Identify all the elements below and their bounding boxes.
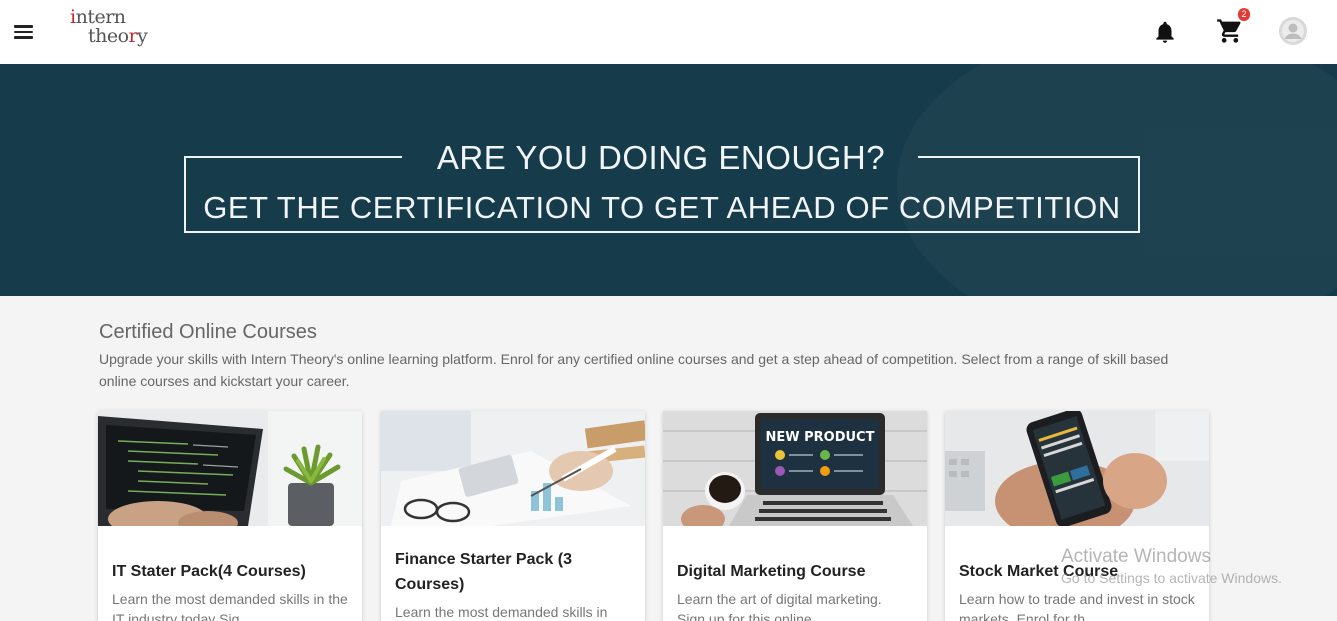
course-description: Learn the art of digital marketing. Sign… — [677, 591, 882, 621]
course-card[interactable]: Finance Starter Pack (3 Courses) Learn t… — [381, 411, 645, 621]
course-title[interactable]: Finance Starter Pack (3 Courses) — [395, 547, 631, 597]
course-image-finance-documents — [381, 411, 645, 526]
hero-headline: ARE YOU DOING ENOUGH? — [436, 139, 886, 176]
logo-line-2: theory — [88, 25, 148, 47]
course-title[interactable]: Digital Marketing Course — [677, 559, 913, 584]
hero-banner: ARE YOU DOING ENOUGH? GET THE CERTIFICAT… — [0, 64, 1337, 296]
shopping-cart-icon[interactable] — [1216, 17, 1244, 45]
intern-theory-logo[interactable]: intern theory — [66, 4, 156, 58]
course-card[interactable]: Stock Market Course Learn how to trade a… — [945, 411, 1209, 621]
course-card[interactable]: NEW PRODUCT Digital Marketing Course Lea… — [663, 411, 927, 621]
new-product-text: NEW PRODUCT — [766, 430, 875, 445]
course-description: Learn how to trade and invest in stock m… — [959, 591, 1195, 621]
hero-subheadline: GET THE CERTIFICATION TO GET AHEAD OF CO… — [203, 190, 1121, 225]
hamburger-menu-icon[interactable] — [12, 22, 36, 42]
section-description: Upgrade your skills with Intern Theory's… — [99, 351, 1169, 389]
course-image-laptop-new-product: NEW PRODUCT — [663, 411, 927, 526]
section-title: Certified Online Courses — [99, 321, 317, 343]
course-description: Learn the most demanded skills in — [395, 604, 608, 620]
course-image-stock-phone — [945, 411, 1209, 526]
course-title[interactable]: Stock Market Course — [959, 559, 1195, 584]
course-image-laptop-code — [98, 411, 362, 526]
top-navbar: intern theory 2 — [0, 0, 1337, 64]
user-avatar-icon[interactable] — [1279, 17, 1307, 45]
cart-count-badge: 2 — [1238, 8, 1250, 21]
course-description: Learn the most demanded skills in the IT… — [112, 591, 348, 621]
course-card[interactable]: IT Stater Pack(4 Courses) Learn the most… — [98, 411, 362, 621]
bell-icon[interactable] — [1152, 19, 1178, 45]
course-title[interactable]: IT Stater Pack(4 Courses) — [112, 559, 348, 584]
